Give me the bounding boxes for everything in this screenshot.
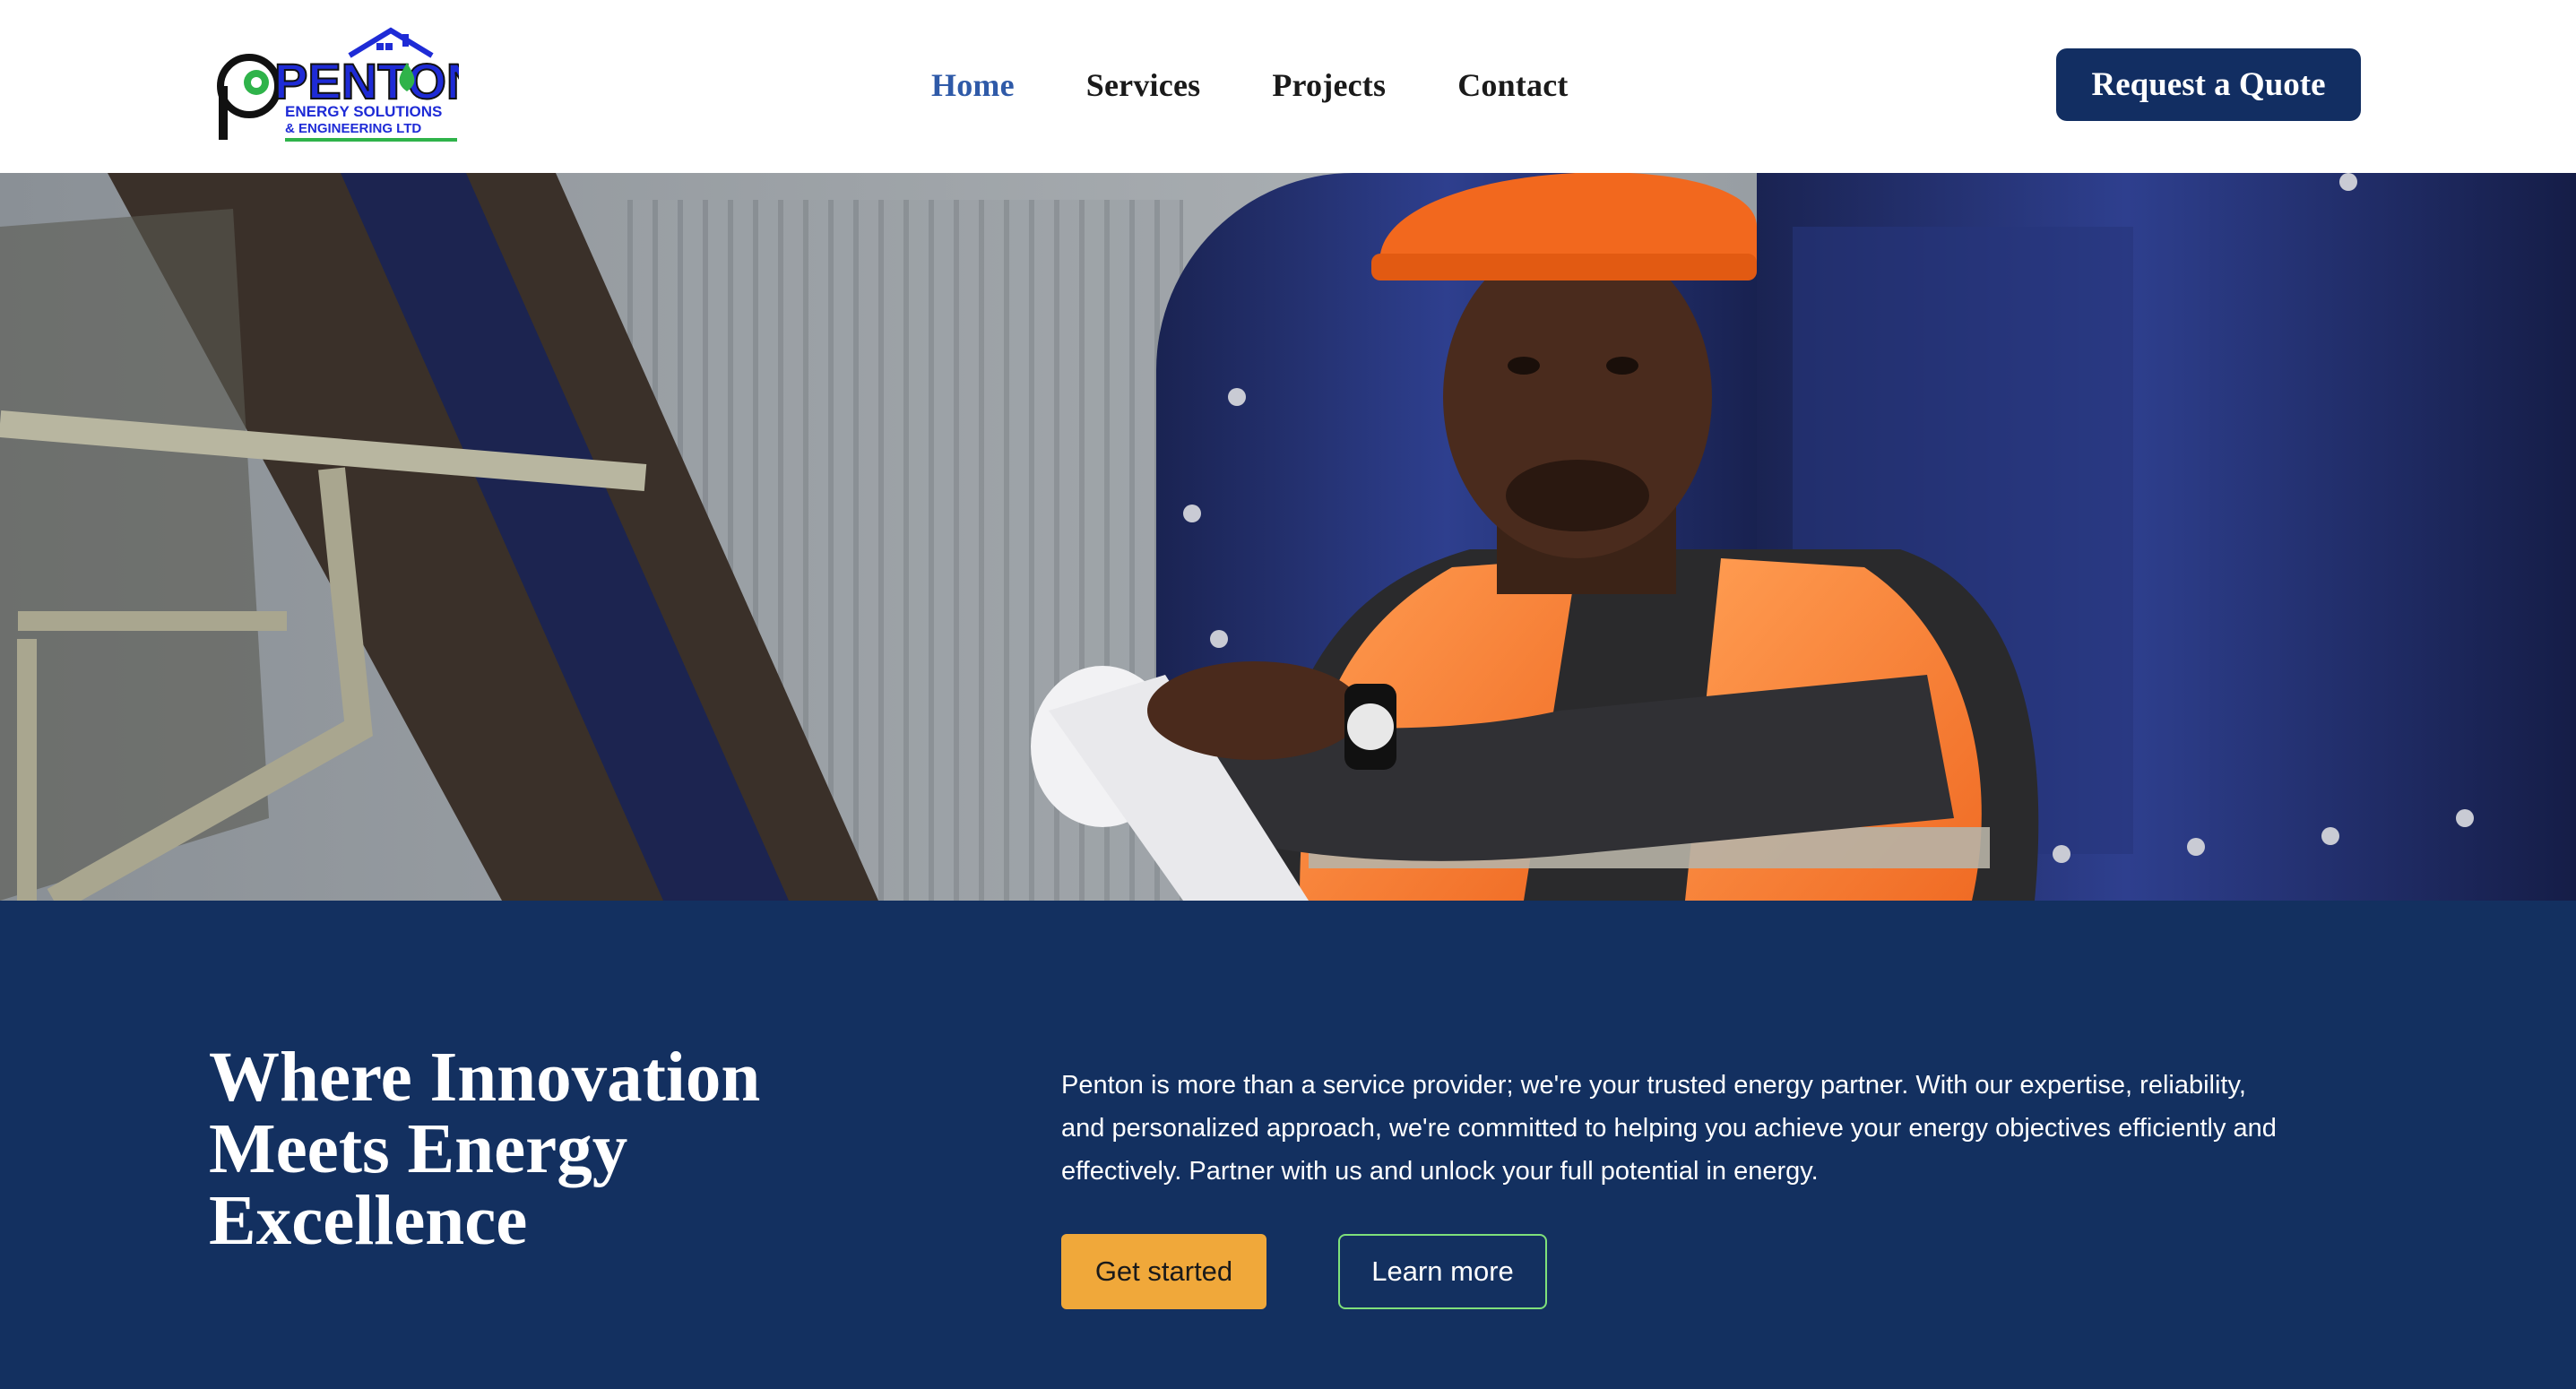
main-nav: Home Services Projects Contact	[931, 59, 1569, 111]
learn-more-button[interactable]: Learn more	[1338, 1234, 1547, 1309]
page: PENTON ENERGY SOLUTIONS & ENGINEERING LT…	[0, 0, 2576, 1389]
nav-link-home[interactable]: Home	[931, 66, 1015, 104]
hero-photo-icon	[0, 173, 2576, 901]
svg-text:ENERGY SOLUTIONS: ENERGY SOLUTIONS	[285, 103, 442, 120]
svg-text:& ENGINEERING LTD: & ENGINEERING LTD	[285, 121, 421, 136]
nav-link-services[interactable]: Services	[1086, 66, 1201, 104]
svg-text:PENTON: PENTON	[274, 53, 459, 109]
hero-headline: Where Innovation Meets Energy Excellence	[209, 1039, 761, 1260]
penton-logo[interactable]: PENTON ENERGY SOLUTIONS & ENGINEERING LT…	[215, 27, 459, 145]
get-started-button[interactable]: Get started	[1061, 1234, 1266, 1309]
request-quote-button[interactable]: Request a Quote	[2056, 48, 2361, 121]
nav-link-projects[interactable]: Projects	[1272, 66, 1386, 104]
hero-image	[0, 173, 2576, 901]
site-header: PENTON ENERGY SOLUTIONS & ENGINEERING LT…	[0, 0, 2576, 173]
intro-paragraph: Penton is more than a service provider; …	[1061, 1071, 2277, 1186]
nav-link-contact[interactable]: Contact	[1457, 66, 1568, 104]
